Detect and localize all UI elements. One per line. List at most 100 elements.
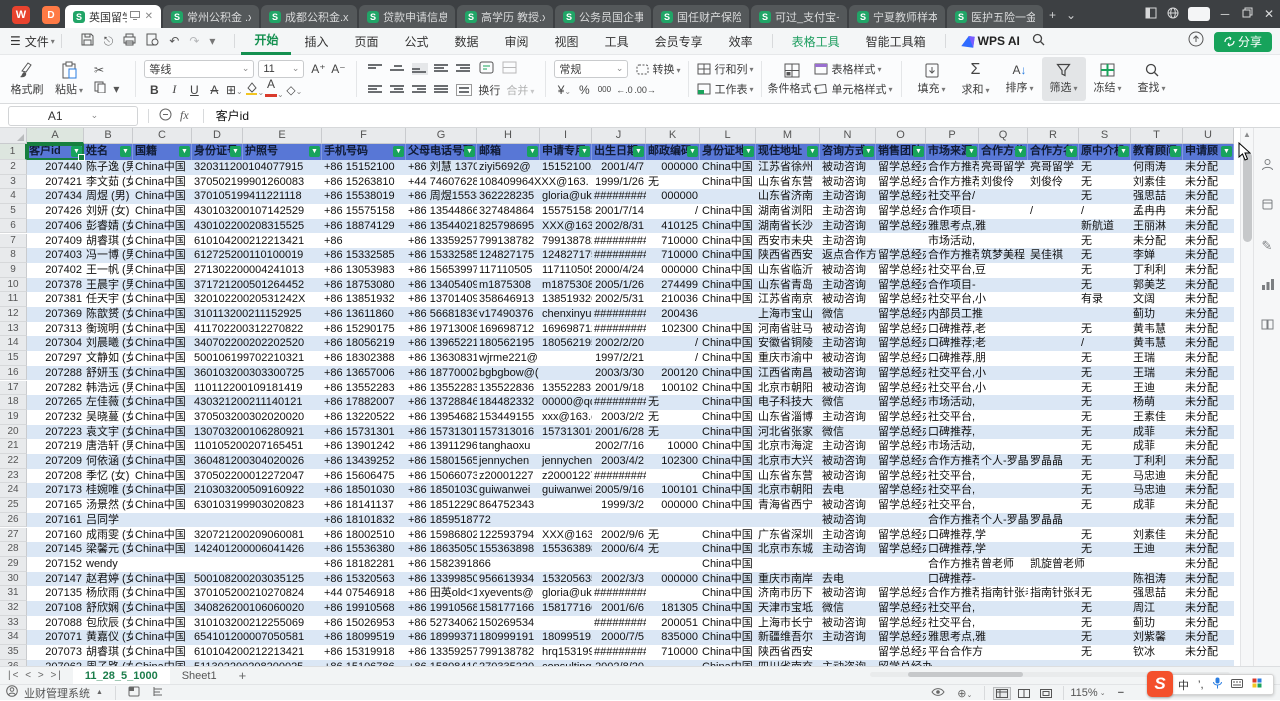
cell-I5[interactable]: 155751588 [540,204,592,219]
cell-O9[interactable]: 留学总经办 [876,263,926,278]
cell-M4[interactable]: 山东省济南 [756,189,820,204]
cell-S24[interactable]: 无 [1079,483,1131,498]
cell-A33[interactable]: 207088 [27,616,84,631]
cell-K7[interactable]: 710000 [646,234,700,249]
cell-T17[interactable]: 王迪 [1131,381,1183,396]
table-row[interactable]: 207161吕同学+86 18101832+86 1859518772被动咨询合… [27,513,1234,528]
cell-M2[interactable]: 江苏省徐州 [756,160,820,175]
bold-button[interactable]: B [144,83,164,97]
cell-R22[interactable]: 罗晶晶 [1028,454,1079,469]
cell-R3[interactable]: 刘俊伶 [1028,175,1079,190]
cell-B2[interactable]: 陈子逸 (男 [84,160,133,175]
cell-C28[interactable]: China中国 [133,542,192,557]
cell-L23[interactable]: China中国 [700,469,756,484]
font-color-button[interactable]: A⌄ [264,80,284,100]
promo-pill[interactable] [1188,7,1210,21]
table-row[interactable]: 207073胡睿琪 (女China中国610104200212213421+86… [27,645,1234,660]
row-number-35[interactable]: 35 [0,645,27,660]
cell-O8[interactable]: 留学总经办 [876,248,926,263]
cell-P18[interactable]: 市场活动, [926,395,979,410]
column-header-J[interactable]: J [592,128,646,144]
cell-A8[interactable]: 207403 [27,248,84,263]
cell-C35[interactable]: China中国 [133,645,192,660]
cell-B4[interactable]: 周煜 (男) [84,189,133,204]
filter-dropdown-icon[interactable]: ▼ [687,146,698,157]
cell-J16[interactable]: 2003/3/30 [592,366,646,381]
ime-toolbox-icon[interactable] [1252,678,1262,691]
table-row[interactable]: 207440陈子逸 (男China中国320311200104077915+86… [27,160,1234,175]
header-cell-U1[interactable]: 申请顾▼ [1183,144,1234,160]
document-tab[interactable]: S英国留学生✕ [65,5,161,28]
format-painter-button[interactable]: 格式刷 [6,57,48,101]
cell-B10[interactable]: 王晨宇 (男 [84,278,133,293]
row-number-19[interactable]: 19 [0,410,27,425]
cell-T31[interactable]: 强思喆 [1131,586,1183,601]
cell-C10[interactable]: China中国 [133,278,192,293]
view-page-button[interactable] [1015,687,1033,700]
thousand-separator-icon[interactable]: 000 [594,85,614,94]
increase-indent-icon[interactable] [456,63,472,75]
cell-R31[interactable]: 指南针张老 [1028,586,1079,601]
cell-U31[interactable]: 未分配 [1183,586,1234,601]
cell-J20[interactable]: 2001/6/28 [592,425,646,440]
cell-B11[interactable]: 任天宇 (女 [84,292,133,307]
table-row[interactable]: 207160成雨雯 (女China中国320721200209060081+86… [27,528,1234,543]
cell-L24[interactable]: China中国 [700,483,756,498]
cell-U15[interactable]: 未分配 [1183,351,1234,366]
header-cell-M1[interactable]: 现住地址▼ [756,144,820,160]
cell-F13[interactable]: +86 15290175 [322,322,406,337]
cell-H3[interactable]: 108409964XXX@163. [477,175,540,190]
align-right-icon[interactable] [412,84,428,96]
table-row[interactable]: 207421李文茹 (女China中国370502199901260083+86… [27,175,1234,190]
cell-J18[interactable]: ######### [592,395,646,410]
cell-M17[interactable]: 北京市朝阳 [756,381,820,396]
cell-A2[interactable]: 207440 [27,160,84,175]
cell-U23[interactable]: 未分配 [1183,469,1234,484]
cell-H14[interactable]: 180562195 [477,336,540,351]
cell-O10[interactable]: 留学总经办 [876,278,926,293]
cell-C27[interactable]: China中国 [133,528,192,543]
wrap-text-icon[interactable] [479,61,494,77]
cell-G22[interactable]: +86 1580156591 [406,454,477,469]
table-row[interactable]: 207288舒妍玉 (女China中国360103200303300725+86… [27,366,1234,381]
cell-O12[interactable]: 留学总经办 [876,307,926,322]
cell-D20[interactable]: 130703200106280921 [192,425,243,440]
cell-H2[interactable]: ziyi5692@ [477,160,540,175]
header-cell-L1[interactable]: 身份证地▼ [700,144,756,160]
cell-B12[interactable]: 陈歆赟 (女 [84,307,133,322]
decrease-indent-icon[interactable] [434,63,450,75]
cell-K9[interactable]: 000000 [646,263,700,278]
cell-F34[interactable]: +86 18099519 [322,630,406,645]
header-cell-N1[interactable]: 咨询方式▼ [820,144,876,160]
table-row[interactable]: 207426刘妍 (女)China中国430103200107142529+86… [27,204,1234,219]
cell-F14[interactable]: +86 18056219 [322,336,406,351]
cell-F21[interactable]: +86 13901242 [322,439,406,454]
cell-S32[interactable]: 无 [1079,601,1131,616]
cell-J28[interactable]: 2000/6/4 [592,542,646,557]
cell-U18[interactable]: 未分配 [1183,395,1234,410]
row-number-12[interactable]: 12 [0,307,27,322]
row-number-32[interactable]: 32 [0,601,27,616]
cell-G34[interactable]: +86 1899937166 [406,630,477,645]
sogou-ime-toolbar[interactable]: S 中 ’, [1152,674,1274,695]
cell-S14[interactable]: / [1079,336,1131,351]
chevron-up-icon[interactable]: ▲ [96,689,103,696]
cell-H35[interactable]: 799138782 [477,645,540,660]
cell-U21[interactable]: 未分配 [1183,439,1234,454]
zoom-out-button[interactable]: − [1118,687,1124,699]
document-tab[interactable]: S成都公积金.xlsx [261,5,357,28]
convert-button[interactable]: 转换▾ [636,61,680,77]
cell-B34[interactable]: 黄嘉仪 (女 [84,630,133,645]
filter-dropdown-icon[interactable]: ▼ [120,146,131,157]
table-row[interactable]: 207208季忆 (女)China中国370502200012272047+86… [27,469,1234,484]
cell-C24[interactable]: China中国 [133,483,192,498]
cell-C33[interactable]: China中国 [133,616,192,631]
cell-L19[interactable]: China中国 [700,410,756,425]
find-button[interactable]: 查找▾ [1130,57,1174,101]
cell-M33[interactable]: 上海市长宁 [756,616,820,631]
cell-M6[interactable]: 湖南省长沙 [756,219,820,234]
cell-P6[interactable]: 雅思考点,雅 [926,219,979,234]
cell-O28[interactable]: 留学总经办 [876,542,926,557]
cell-D4[interactable]: 370105199411221118 [192,189,243,204]
cell-C32[interactable]: China中国 [133,601,192,616]
